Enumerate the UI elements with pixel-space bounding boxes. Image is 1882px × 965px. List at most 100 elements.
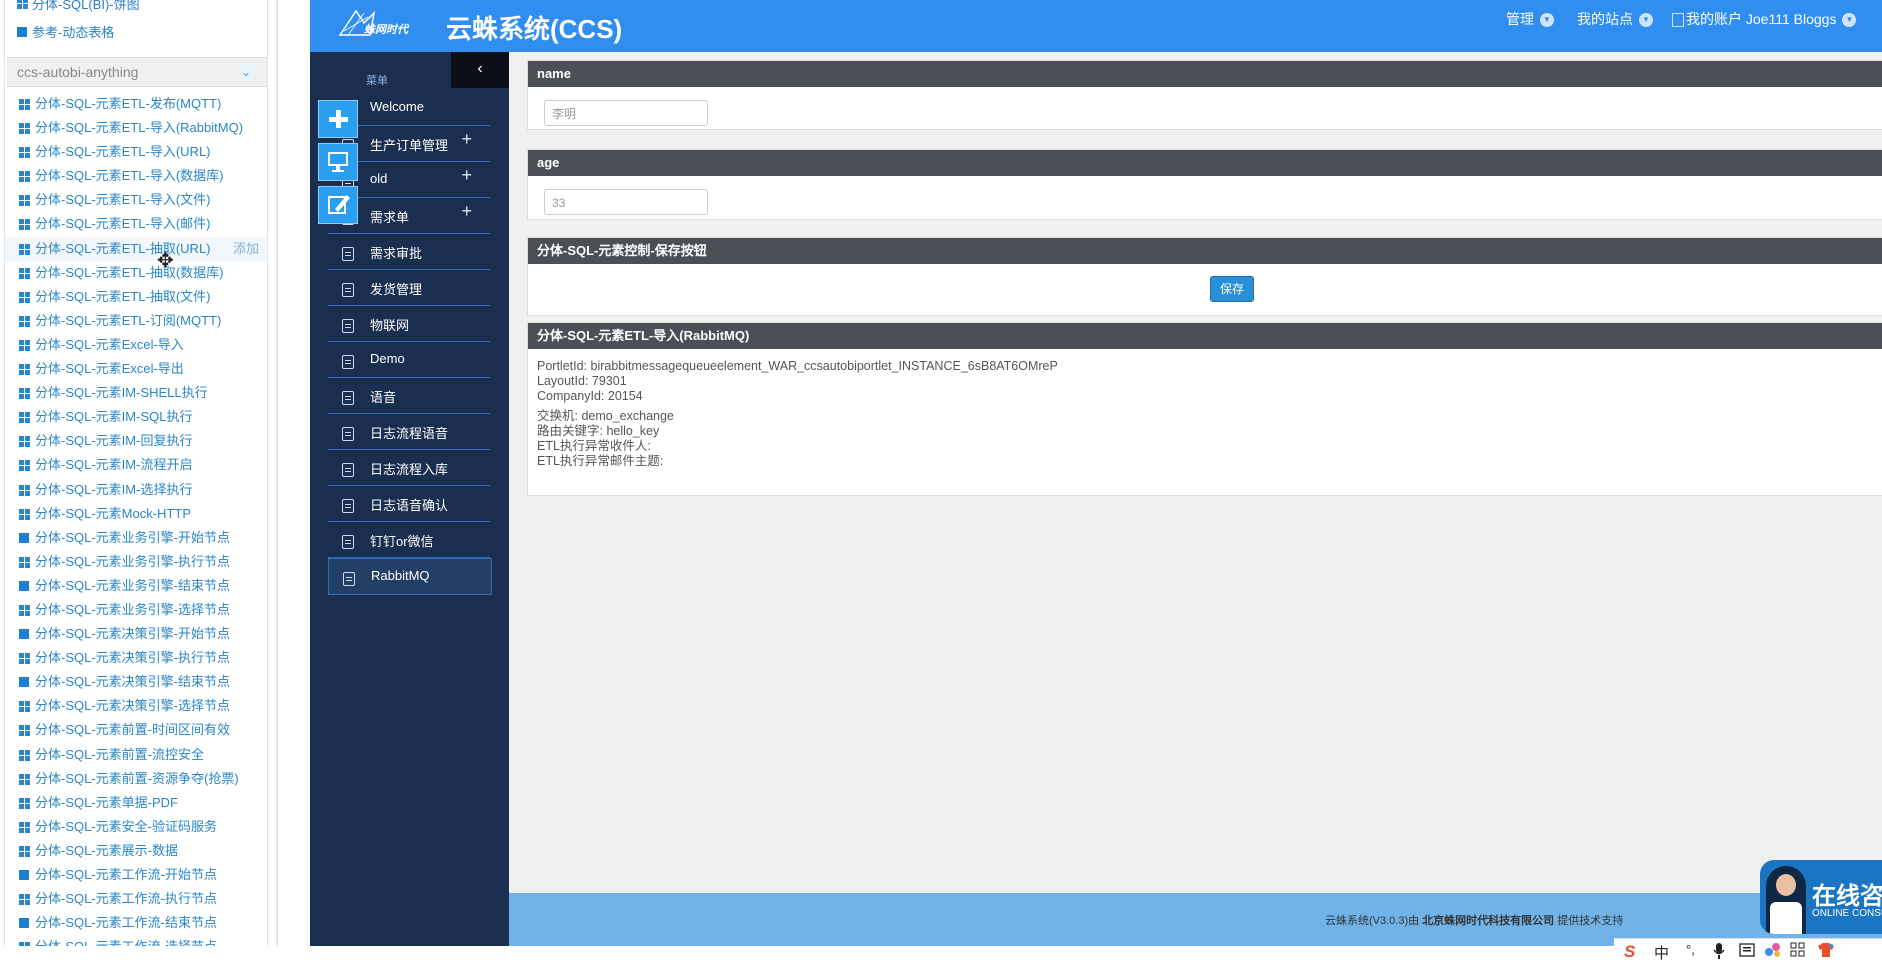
menu-item[interactable]: Demo: [328, 342, 490, 378]
expand-plus-icon[interactable]: +: [461, 165, 472, 186]
chevron-down-icon[interactable]: ⌄: [237, 63, 255, 81]
palette-item[interactable]: 分体-SQL-元素IM-SQL执行: [5, 405, 267, 429]
grid-icon: [19, 99, 30, 110]
footer-text: 云蛛系统(V3.0.3)由 北京蛛网时代科技有限公司 提供技术支持: [1325, 912, 1623, 928]
nav-manage[interactable]: 管理 ▼: [1506, 9, 1554, 29]
palette-item[interactable]: 分体-SQL-元素IM-回复执行: [5, 429, 267, 453]
edit-tool-button[interactable]: [318, 186, 358, 224]
nav-my-account[interactable]: 我的账户 Joe111 Bloggs ▼: [1672, 9, 1857, 29]
sogou-s-icon[interactable]: S: [1624, 942, 1635, 962]
move-cursor-icon: ✥: [157, 250, 174, 272]
page-icon: [342, 319, 354, 333]
palette-item[interactable]: 分体-SQL-元素ETL-发布(MQTT): [5, 92, 267, 116]
menu-item-label: Demo: [370, 351, 405, 366]
shirt-icon[interactable]: [1816, 942, 1836, 962]
skin-icon[interactable]: [1764, 942, 1782, 962]
grid-icon: [19, 388, 30, 400]
nav-my-sites[interactable]: 我的站点 ▼: [1577, 9, 1653, 29]
palette-item[interactable]: 分体-SQL-元素前置-资源争夺(抢票): [5, 767, 267, 791]
palette-item[interactable]: 分体-SQL-元素业务引擎-执行节点: [5, 550, 267, 574]
age-input[interactable]: 33: [544, 189, 708, 215]
palette-item[interactable]: 分体-SQL-元素业务引擎-选择节点: [5, 598, 267, 622]
name-input[interactable]: 李明: [544, 100, 708, 126]
footer-company[interactable]: 北京蛛网时代科技有限公司: [1422, 915, 1554, 927]
grid-icon: [19, 195, 30, 207]
expand-plus-icon[interactable]: +: [461, 201, 472, 222]
palette-item[interactable]: 分体-SQL-元素ETL-抽取(数据库): [5, 261, 267, 285]
palette-item[interactable]: 分体-SQL-元素ETL-导入(RabbitMQ): [5, 116, 267, 140]
palette-item[interactable]: 分体-SQL-元素前置-流控安全: [5, 743, 267, 767]
palette-item-top-0[interactable]: 分体-SQL(BI)-饼图: [17, 0, 140, 13]
ime-toolbar: S 中 °,: [1614, 938, 1882, 965]
menu-item[interactable]: 发货管理: [328, 270, 490, 306]
grid-icon[interactable]: [1790, 942, 1806, 962]
monitor-tool-button[interactable]: [318, 143, 358, 181]
palette-item[interactable]: 分体-SQL-元素工作流-开始节点: [5, 863, 267, 887]
grid-icon: [19, 267, 30, 279]
palette-item[interactable]: 分体-SQL-元素Excel-导入: [5, 333, 267, 357]
menu-item[interactable]: 语音: [328, 378, 490, 414]
palette-item[interactable]: 分体-SQL-元素ETL-导入(邮件): [5, 212, 267, 236]
save-button[interactable]: 保存: [1210, 276, 1254, 302]
expand-plus-icon[interactable]: +: [461, 129, 472, 150]
grid-icon: [19, 243, 30, 255]
palette-item[interactable]: 分体-SQL-元素业务引擎-结束节点: [5, 574, 267, 598]
footer-prefix: 云蛛系统(V3.0.3)由: [1325, 915, 1423, 927]
palette-item[interactable]: 分体-SQL-元素IM-选择执行: [5, 478, 267, 502]
palette-item[interactable]: 分体-SQL-元素ETL-导入(文件): [5, 188, 267, 212]
palette-item-top-1[interactable]: 参考-动态表格: [17, 22, 114, 41]
grid-icon: [19, 171, 30, 183]
palette-item[interactable]: 分体-SQL-元素决策引擎-执行节点: [5, 646, 267, 670]
page-icon: [342, 535, 354, 549]
palette-item[interactable]: 分体-SQL-元素工作流-结束节点: [5, 911, 267, 935]
menu-item[interactable]: 日志流程语音: [328, 414, 490, 450]
menu-item[interactable]: 需求审批: [328, 234, 490, 270]
grid-icon: [19, 315, 30, 327]
palette-item[interactable]: 分体-SQL-元素ETL-抽取(文件): [5, 285, 267, 309]
menu-item[interactable]: 钉钉or微信: [328, 522, 490, 558]
palette-group-title: ccs-autobi-anything: [17, 64, 139, 80]
keyboard-icon[interactable]: [1739, 942, 1755, 962]
palette-item[interactable]: 分体-SQL-元素IM-流程开启: [5, 453, 267, 477]
grid-icon: [19, 773, 30, 785]
palette-item[interactable]: 分体-SQL-元素ETL-导入(URL): [5, 140, 267, 164]
palette-item[interactable]: 分体-SQL-元素业务引擎-开始节点: [5, 526, 267, 550]
palette-item-label: 分体-SQL-元素IM-SHELL执行: [35, 385, 208, 401]
ime-mode-label[interactable]: 中: [1654, 942, 1669, 963]
add-icon: [329, 110, 348, 128]
collapse-menu-button[interactable]: ‹: [451, 52, 509, 88]
menu-item-label: 需求审批: [370, 246, 423, 261]
palette-item[interactable]: 分体-SQL-元素决策引擎-选择节点: [5, 694, 267, 718]
menu-item[interactable]: 日志语音确认: [328, 486, 490, 522]
palette-scrollbar[interactable]: ▲ ▼: [276, 0, 277, 948]
palette-item[interactable]: 分体-SQL-元素Excel-导出: [5, 357, 267, 381]
palette-item[interactable]: 分体-SQL-元素单据-PDF: [5, 791, 267, 815]
palette-item[interactable]: 分体-SQL-元素展示-数据: [5, 839, 267, 863]
consult-subtitle: ONLINE CONSUL: [1812, 908, 1882, 919]
add-tool-button[interactable]: [318, 100, 358, 138]
menu-item-label: old: [370, 171, 388, 186]
palette-item[interactable]: 分体-SQL-元素前置-时间区间有效: [5, 718, 267, 742]
punctuation-icon[interactable]: °,: [1686, 942, 1695, 957]
palette-item[interactable]: 分体-SQL-元素Mock-HTTP: [5, 502, 267, 526]
palette-item[interactable]: 分体-SQL-元素工作流-执行节点: [5, 887, 267, 911]
menu-item[interactable]: 物联网: [328, 306, 490, 342]
menu-item[interactable]: 日志流程入库: [328, 450, 490, 486]
menu-item-label: 需求单: [370, 210, 410, 225]
info-line: LayoutId: 79301: [537, 374, 627, 389]
palette-item[interactable]: 分体-SQL-元素ETL-导入(数据库): [5, 164, 267, 188]
palette-item-label: 分体-SQL-元素ETL-抽取(数据库): [35, 264, 224, 280]
palette-item[interactable]: 分体-SQL-元素IM-SHELL执行: [5, 381, 267, 405]
palette-group-header[interactable]: ccs-autobi-anything ⌄: [7, 57, 267, 87]
menu-item[interactable]: RabbitMQ: [328, 558, 492, 595]
online-consult-widget[interactable]: 在线咨 ONLINE CONSUL: [1760, 860, 1882, 934]
palette-item[interactable]: 分体-SQL-元素ETL-抽取(URL) 添加: [5, 236, 267, 261]
palette-item-label: 分体-SQL-元素ETL-导入(文件): [35, 192, 211, 208]
palette-item[interactable]: 分体-SQL-元素决策引擎-结束节点: [5, 670, 267, 694]
palette-item[interactable]: 分体-SQL-元素安全-验证码服务: [5, 815, 267, 839]
palette-item[interactable]: 分体-SQL-元素ETL-订阅(MQTT): [5, 309, 267, 333]
mic-icon[interactable]: [1713, 942, 1725, 964]
palette-item-label: 分体-SQL-元素前置-时间区间有效: [35, 722, 231, 738]
palette-item[interactable]: 分体-SQL-元素决策引擎-开始节点: [5, 622, 267, 646]
add-element-link[interactable]: 添加: [233, 237, 259, 261]
